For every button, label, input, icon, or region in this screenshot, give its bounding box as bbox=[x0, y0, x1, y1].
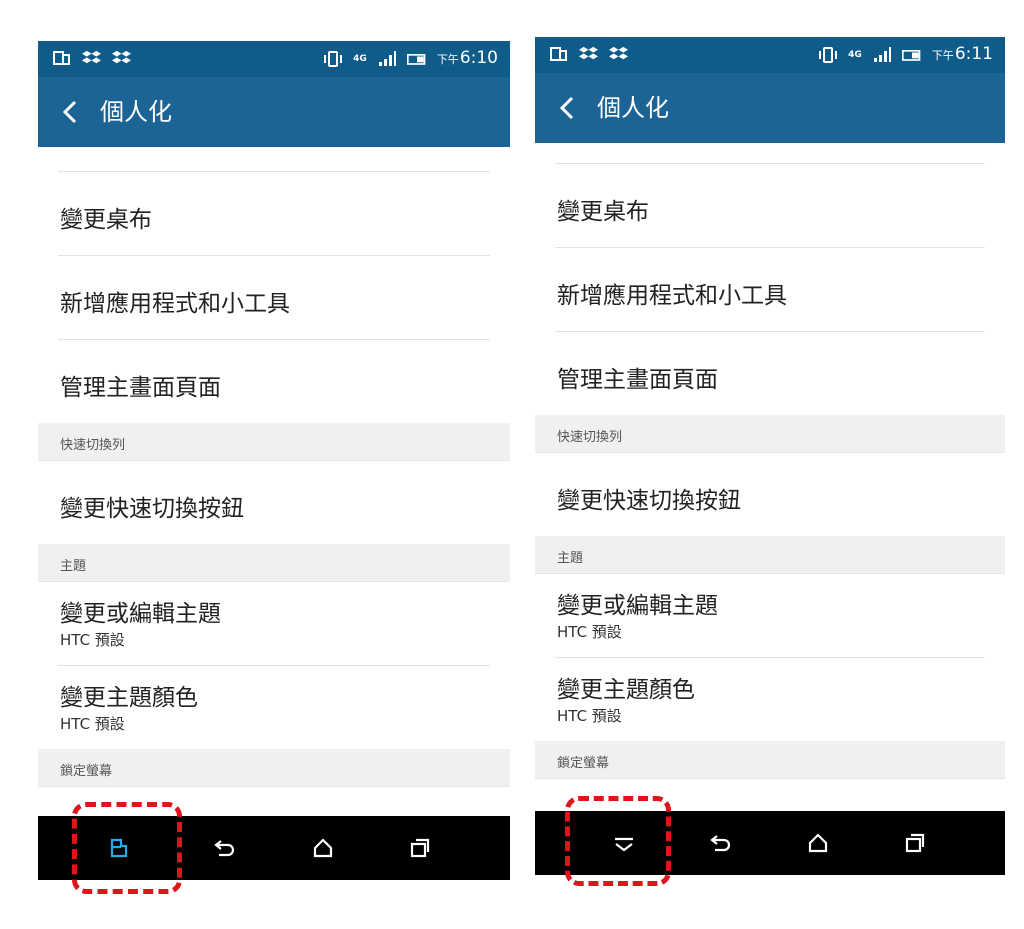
overview-button[interactable] bbox=[406, 834, 434, 862]
back-button[interactable] bbox=[707, 829, 735, 857]
list-item-add-apps[interactable]: 新增應用程式和小工具 bbox=[535, 248, 1005, 331]
list-item-sublabel: HTC 預設 bbox=[60, 631, 125, 649]
page-title: 個人化 bbox=[597, 94, 669, 122]
device-sync-icon bbox=[550, 47, 567, 61]
page-title: 個人化 bbox=[100, 98, 172, 126]
action-bar: 個人化 bbox=[38, 77, 510, 147]
list-item-label: 變更快速切換按鈕 bbox=[60, 496, 244, 522]
list-item-sublabel: HTC 預設 bbox=[557, 707, 622, 725]
list-item-sublabel: HTC 預設 bbox=[60, 715, 125, 733]
battery-icon bbox=[901, 50, 921, 61]
list-item-theme-color[interactable]: 變更主題顏色 HTC 預設 bbox=[38, 666, 510, 749]
network-type-label: 4G bbox=[353, 53, 367, 64]
list-item-manage-home[interactable]: 管理主畫面頁面 bbox=[535, 332, 1005, 415]
device-sync-icon bbox=[53, 51, 70, 65]
back-icon bbox=[214, 840, 235, 857]
section-header-quick-settings: 快速切換列 bbox=[38, 423, 510, 461]
home-icon bbox=[313, 838, 333, 858]
section-header-lock-screen: 鎖定螢幕 bbox=[535, 741, 1005, 779]
list-item-label: 管理主畫面頁面 bbox=[557, 367, 718, 393]
phone-screen-left: 4G 下午6:10 個人化 變更桌布 新增應用程式和小工具 管理主畫面頁面 快速… bbox=[38, 41, 510, 880]
highlight-box-right bbox=[565, 796, 671, 886]
signal-icon bbox=[873, 47, 891, 62]
home-icon bbox=[808, 833, 828, 853]
section-header-theme: 主題 bbox=[38, 544, 510, 582]
list-item-label: 變更或編輯主題 bbox=[60, 601, 221, 627]
list-item-theme-color[interactable]: 變更主題顏色 HTC 預設 bbox=[535, 658, 1005, 741]
overview-icon bbox=[410, 838, 430, 858]
section-header-lock-screen: 鎖定螢幕 bbox=[38, 749, 510, 787]
list-item-label: 新增應用程式和小工具 bbox=[557, 283, 787, 309]
action-bar: 個人化 bbox=[535, 73, 1005, 143]
back-arrow-icon[interactable] bbox=[557, 95, 577, 121]
back-arrow-icon[interactable] bbox=[60, 99, 80, 125]
status-bar: 4G 下午6:10 bbox=[38, 41, 510, 77]
home-button[interactable] bbox=[309, 834, 337, 862]
settings-list: 變更桌布 新增應用程式和小工具 管理主畫面頁面 快速切換列 變更快速切換按鈕 主… bbox=[535, 143, 1005, 779]
list-item-label: 變更主題顏色 bbox=[60, 685, 198, 711]
list-item-label: 變更桌布 bbox=[557, 199, 649, 225]
dropbox-icon bbox=[579, 46, 598, 60]
section-header-theme: 主題 bbox=[535, 536, 1005, 574]
list-item-wallpaper[interactable]: 變更桌布 bbox=[535, 164, 1005, 247]
list-item-wallpaper[interactable]: 變更桌布 bbox=[38, 172, 510, 255]
settings-list: 變更桌布 新增應用程式和小工具 管理主畫面頁面 快速切換列 變更快速切換按鈕 主… bbox=[38, 147, 510, 787]
dropbox-icon bbox=[82, 50, 101, 64]
list-item-label: 新增應用程式和小工具 bbox=[60, 291, 290, 317]
overview-button[interactable] bbox=[901, 829, 929, 857]
list-item-edit-theme[interactable]: 變更或編輯主題 HTC 預設 bbox=[38, 582, 510, 665]
section-header-quick-settings: 快速切換列 bbox=[535, 415, 1005, 453]
highlight-box-left bbox=[72, 802, 182, 894]
back-icon bbox=[710, 835, 731, 852]
list-item-label: 管理主畫面頁面 bbox=[60, 375, 221, 401]
battery-icon bbox=[406, 54, 426, 65]
vibrate-icon bbox=[324, 51, 343, 67]
list-item-label: 變更主題顏色 bbox=[557, 677, 695, 703]
list-item-edit-theme[interactable]: 變更或編輯主題 HTC 預設 bbox=[535, 574, 1005, 657]
list-item-add-apps[interactable]: 新增應用程式和小工具 bbox=[38, 256, 510, 339]
list-item-label: 變更桌布 bbox=[60, 207, 152, 233]
network-type-label: 4G bbox=[848, 49, 862, 60]
signal-icon bbox=[378, 51, 396, 66]
phone-screen-right: 4G 下午6:11 個人化 變更桌布 新增應用程式和小工具 管理主畫面頁面 快速… bbox=[535, 37, 1005, 875]
dropbox-icon bbox=[609, 46, 628, 60]
list-item-label: 變更或編輯主題 bbox=[557, 593, 718, 619]
vibrate-icon bbox=[819, 47, 838, 63]
status-time: 下午6:11 bbox=[931, 44, 993, 64]
back-button[interactable] bbox=[211, 834, 239, 862]
status-bar: 4G 下午6:11 bbox=[535, 37, 1005, 73]
list-item-label: 變更快速切換按鈕 bbox=[557, 488, 741, 514]
home-button[interactable] bbox=[804, 829, 832, 857]
list-item-quick-toggle[interactable]: 變更快速切換按鈕 bbox=[535, 453, 1005, 536]
list-item-quick-toggle[interactable]: 變更快速切換按鈕 bbox=[38, 461, 510, 544]
overview-icon bbox=[905, 833, 925, 853]
status-time: 下午6:10 bbox=[436, 48, 498, 68]
list-item-manage-home[interactable]: 管理主畫面頁面 bbox=[38, 340, 510, 423]
dropbox-icon bbox=[112, 50, 131, 64]
list-item-sublabel: HTC 預設 bbox=[557, 623, 622, 641]
